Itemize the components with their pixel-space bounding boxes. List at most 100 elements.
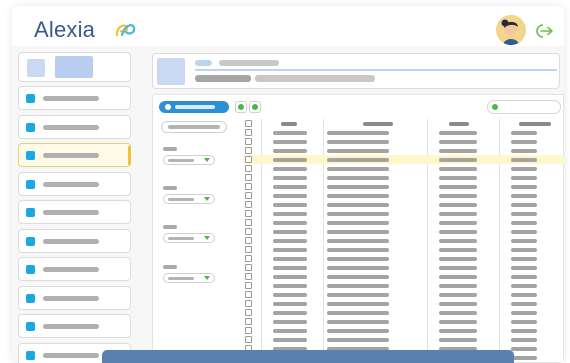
- table-cell: [511, 275, 537, 279]
- row-checkbox[interactable]: [245, 138, 252, 145]
- row-checkbox[interactable]: [245, 255, 252, 262]
- table-row[interactable]: [243, 326, 564, 335]
- table-row[interactable]: [243, 281, 564, 290]
- sidebar-item-icon: [26, 265, 35, 274]
- table-row[interactable]: [243, 227, 564, 236]
- logout-icon[interactable]: [534, 23, 554, 39]
- table-cell: [439, 203, 477, 207]
- table-cell: [327, 320, 389, 324]
- table-row[interactable]: [243, 173, 564, 182]
- table-cell: [273, 257, 307, 261]
- table-row[interactable]: [243, 182, 564, 191]
- row-checkbox[interactable]: [245, 192, 252, 199]
- row-checkbox[interactable]: [245, 237, 252, 244]
- sidebar-item-icon: [26, 122, 35, 132]
- table-row[interactable]: [243, 236, 564, 245]
- sidebar-item[interactable]: [18, 143, 131, 167]
- row-checkbox[interactable]: [245, 246, 252, 253]
- table-cell: [511, 140, 537, 144]
- row-checkbox[interactable]: [245, 309, 252, 316]
- sidebar-item-icon: [26, 293, 35, 303]
- table-row[interactable]: [243, 191, 564, 200]
- row-checkbox[interactable]: [245, 273, 252, 280]
- row-checkbox[interactable]: [245, 183, 252, 190]
- sidebar-item[interactable]: [18, 200, 131, 224]
- row-checkbox[interactable]: [245, 228, 252, 235]
- row-checkbox[interactable]: [245, 210, 252, 217]
- filter-select[interactable]: [163, 273, 215, 283]
- table-row[interactable]: [243, 254, 564, 263]
- sidebar-item[interactable]: [18, 171, 131, 196]
- table-row[interactable]: [243, 272, 564, 281]
- table-cell: [327, 131, 389, 135]
- sidebar-item[interactable]: [18, 86, 131, 110]
- row-checkbox[interactable]: [245, 336, 252, 343]
- table-cell: [327, 329, 389, 333]
- filter-search[interactable]: [161, 121, 227, 133]
- table-row[interactable]: [243, 164, 564, 173]
- row-checkbox[interactable]: [245, 147, 252, 154]
- sidebar-item-icon: [26, 151, 35, 160]
- row-checkbox[interactable]: [245, 291, 252, 298]
- table-cell: [327, 311, 389, 315]
- toolbar-button-2[interactable]: [249, 101, 261, 113]
- table-cell: [327, 158, 389, 162]
- sidebar-item-label: [43, 295, 99, 301]
- table-cell: [511, 239, 537, 243]
- row-checkbox[interactable]: [245, 219, 252, 226]
- row-checkbox[interactable]: [245, 120, 252, 127]
- table-cell: [439, 284, 477, 288]
- table-row[interactable]: [243, 128, 564, 137]
- table-cell: [273, 140, 307, 144]
- table-cell: [327, 221, 389, 225]
- table-cell: [327, 302, 389, 306]
- row-checkbox[interactable]: [245, 282, 252, 289]
- filter-label: [163, 147, 177, 151]
- row-checkbox[interactable]: [245, 174, 252, 181]
- row-checkbox[interactable]: [245, 156, 252, 163]
- main-panel: [152, 94, 564, 363]
- row-checkbox[interactable]: [245, 201, 252, 208]
- sidebar-item[interactable]: [18, 257, 131, 281]
- filter-select[interactable]: [163, 233, 215, 243]
- table-cell: [439, 131, 477, 135]
- table-row[interactable]: [243, 290, 564, 299]
- row-checkbox[interactable]: [245, 300, 252, 307]
- sidebar-item[interactable]: [18, 114, 131, 139]
- data-table: [243, 119, 564, 363]
- table-row[interactable]: [243, 218, 564, 227]
- row-checkbox[interactable]: [245, 129, 252, 136]
- brand-logo[interactable]: Alexia: [34, 17, 95, 43]
- table-cell: [511, 221, 537, 225]
- filter-select[interactable]: [163, 155, 215, 165]
- table-row[interactable]: [243, 137, 564, 146]
- table-cell: [511, 347, 537, 351]
- table-cell: [439, 293, 477, 297]
- table-cell: [273, 149, 307, 153]
- table-row[interactable]: [243, 299, 564, 308]
- add-button[interactable]: [159, 101, 229, 113]
- toolbar-button-1[interactable]: [235, 101, 247, 113]
- table-header-row[interactable]: [243, 119, 564, 128]
- table-row[interactable]: [243, 317, 564, 326]
- table-row[interactable]: [243, 308, 564, 317]
- row-checkbox[interactable]: [245, 327, 252, 334]
- sidebar-item[interactable]: [18, 285, 131, 310]
- sidebar-item[interactable]: [18, 228, 131, 253]
- table-row[interactable]: [243, 200, 564, 209]
- row-checkbox[interactable]: [245, 165, 252, 172]
- table-row[interactable]: [243, 335, 564, 344]
- table-cell: [439, 239, 477, 243]
- table-row[interactable]: [243, 146, 564, 155]
- row-checkbox[interactable]: [245, 318, 252, 325]
- user-avatar[interactable]: [496, 15, 526, 45]
- sidebar-item[interactable]: [18, 314, 131, 338]
- search-input[interactable]: [487, 100, 561, 114]
- table-row[interactable]: [243, 155, 564, 164]
- row-checkbox[interactable]: [245, 264, 252, 271]
- table-row[interactable]: [243, 245, 564, 254]
- table-row[interactable]: [243, 209, 564, 218]
- filter-select[interactable]: [163, 194, 215, 204]
- sidebar-header[interactable]: [18, 52, 131, 82]
- table-row[interactable]: [243, 263, 564, 272]
